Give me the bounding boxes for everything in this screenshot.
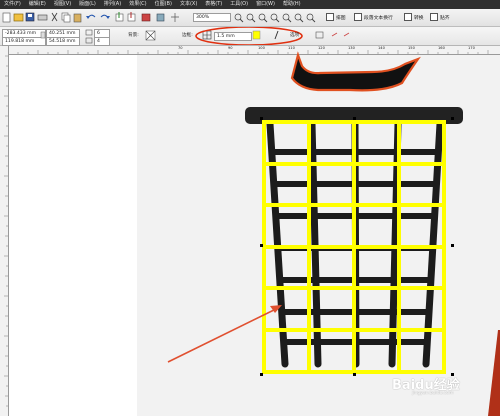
zoom-height-icon[interactable] xyxy=(306,13,316,23)
snap-label: 贴齐 xyxy=(440,15,450,21)
ruler-top-ticks xyxy=(8,50,489,54)
drawing-page[interactable] xyxy=(137,55,500,416)
watermark-url: jingyan.baidu.com xyxy=(412,391,454,396)
zoom-selected-icon[interactable] xyxy=(258,13,268,23)
ruler-label-90: 90 xyxy=(228,46,233,50)
paste-icon[interactable] xyxy=(73,13,82,23)
columns-icon xyxy=(85,37,93,44)
standard-toolbar-icons xyxy=(2,12,316,23)
border-width-field[interactable]: 1.5 mm xyxy=(214,32,252,41)
position-x-value: -283.433 mm xyxy=(5,31,37,36)
border-grid-icon xyxy=(202,30,212,40)
convert-icon xyxy=(404,13,412,21)
cut-icon[interactable] xyxy=(51,12,58,22)
menu-effects[interactable]: 效果(C) xyxy=(125,0,150,9)
ruler-label-110: 110 xyxy=(288,46,295,50)
menu-table[interactable]: 表格(T) xyxy=(201,0,226,9)
zoom-all-icon[interactable] xyxy=(270,13,280,23)
no-fill-icon xyxy=(145,30,156,41)
border-color-swatch xyxy=(252,30,261,40)
print-icon[interactable] xyxy=(37,14,48,21)
paragraph-wrap-icon xyxy=(354,13,362,21)
menu-file[interactable]: 文件(F) xyxy=(0,0,25,9)
zoom-out-icon[interactable] xyxy=(246,13,256,23)
menu-window[interactable]: 窗口(W) xyxy=(252,0,279,9)
menu-text[interactable]: 文本(X) xyxy=(176,0,201,9)
copy-icon[interactable] xyxy=(61,12,71,23)
position-y-field[interactable]: 119.818 mm xyxy=(2,37,46,46)
options-label: 选项 xyxy=(290,33,300,38)
wrap-icon xyxy=(326,13,334,21)
ruler-label-150: 150 xyxy=(408,46,415,50)
ruler-label-160: 160 xyxy=(438,46,445,50)
convert-button[interactable]: 转换 xyxy=(404,12,424,22)
zoom-width-icon[interactable] xyxy=(294,13,304,23)
link-icon xyxy=(331,32,338,37)
open-folder-icon[interactable] xyxy=(13,13,24,22)
rows-icon xyxy=(85,29,93,36)
ruler-label-130: 130 xyxy=(348,46,355,50)
menu-view[interactable]: 视图(V) xyxy=(50,0,75,9)
snap-options-icon[interactable] xyxy=(171,13,179,22)
wrap-label: 排图 xyxy=(336,15,346,21)
position-y-value: 119.818 mm xyxy=(5,39,35,44)
ruler-left-ticks xyxy=(4,55,8,407)
ruler-label-100: 100 xyxy=(258,46,265,50)
height-field[interactable]: 54.518 mm xyxy=(46,37,80,46)
ruler-label-70: 70 xyxy=(178,46,183,50)
ruler-label-140: 140 xyxy=(378,46,385,50)
undo-icon[interactable] xyxy=(86,14,96,19)
text-wrap-icon xyxy=(315,31,324,39)
height-value: 54.518 mm xyxy=(49,39,76,44)
ruler-label-170: 170 xyxy=(468,46,475,50)
unlink-icon xyxy=(343,32,350,37)
pen-icon xyxy=(274,30,279,40)
zoom-level-field[interactable]: 300% xyxy=(193,13,231,22)
border-label: 边框: xyxy=(182,33,193,38)
menu-tools[interactable]: 工具(O) xyxy=(226,0,252,9)
columns-field[interactable]: 4 xyxy=(94,37,110,46)
redo-icon[interactable] xyxy=(100,14,110,19)
rows-value: 6 xyxy=(97,31,100,36)
import-icon[interactable] xyxy=(115,12,124,22)
background-label: 背景: xyxy=(128,33,139,38)
ruler-label-120: 120 xyxy=(318,46,325,50)
export-icon[interactable] xyxy=(127,12,136,22)
menu-edit[interactable]: 编辑(E) xyxy=(25,0,50,9)
zoom-page-icon[interactable] xyxy=(282,13,292,23)
width-value: 40.251 mm xyxy=(49,31,76,36)
property-bar: -283.433 mm 119.818 mm 40.251 mm 54.518 … xyxy=(0,27,500,46)
app-launcher-icon[interactable] xyxy=(141,13,151,22)
menu-bitmaps[interactable]: 位图(B) xyxy=(151,0,176,9)
save-icon[interactable] xyxy=(25,12,35,22)
standard-toolbar: 300% 排图 段落文本换行 转换 贴齐 xyxy=(0,9,500,27)
zoom-in-icon[interactable] xyxy=(234,13,244,23)
menu-help[interactable]: 帮助(H) xyxy=(279,0,305,9)
convert-label: 转换 xyxy=(414,15,424,21)
welcome-screen-icon[interactable] xyxy=(156,13,165,22)
wrap-button[interactable]: 排图 xyxy=(326,12,346,22)
paragraph-wrap-label: 段落文本换行 xyxy=(364,15,393,21)
new-file-icon[interactable] xyxy=(2,12,11,23)
snap-icon xyxy=(430,13,438,21)
menu-layout[interactable]: 版面(L) xyxy=(75,0,100,9)
snap-button[interactable]: 贴齐 xyxy=(430,12,450,22)
paragraph-wrap-button[interactable]: 段落文本换行 xyxy=(354,12,393,22)
columns-value: 4 xyxy=(97,39,100,44)
border-width-value: 1.5 mm xyxy=(217,34,235,39)
ruler-top[interactable]: 70 90 100 110 120 130 140 150 160 170 xyxy=(8,46,500,55)
menu-bar: 文件(F) 编辑(E) 视图(V) 版面(L) 排列(A) 效果(C) 位图(B… xyxy=(0,0,500,9)
ruler-left[interactable] xyxy=(0,46,9,416)
zoom-level-value: 300% xyxy=(196,15,210,20)
menu-arrange[interactable]: 排列(A) xyxy=(100,0,125,9)
